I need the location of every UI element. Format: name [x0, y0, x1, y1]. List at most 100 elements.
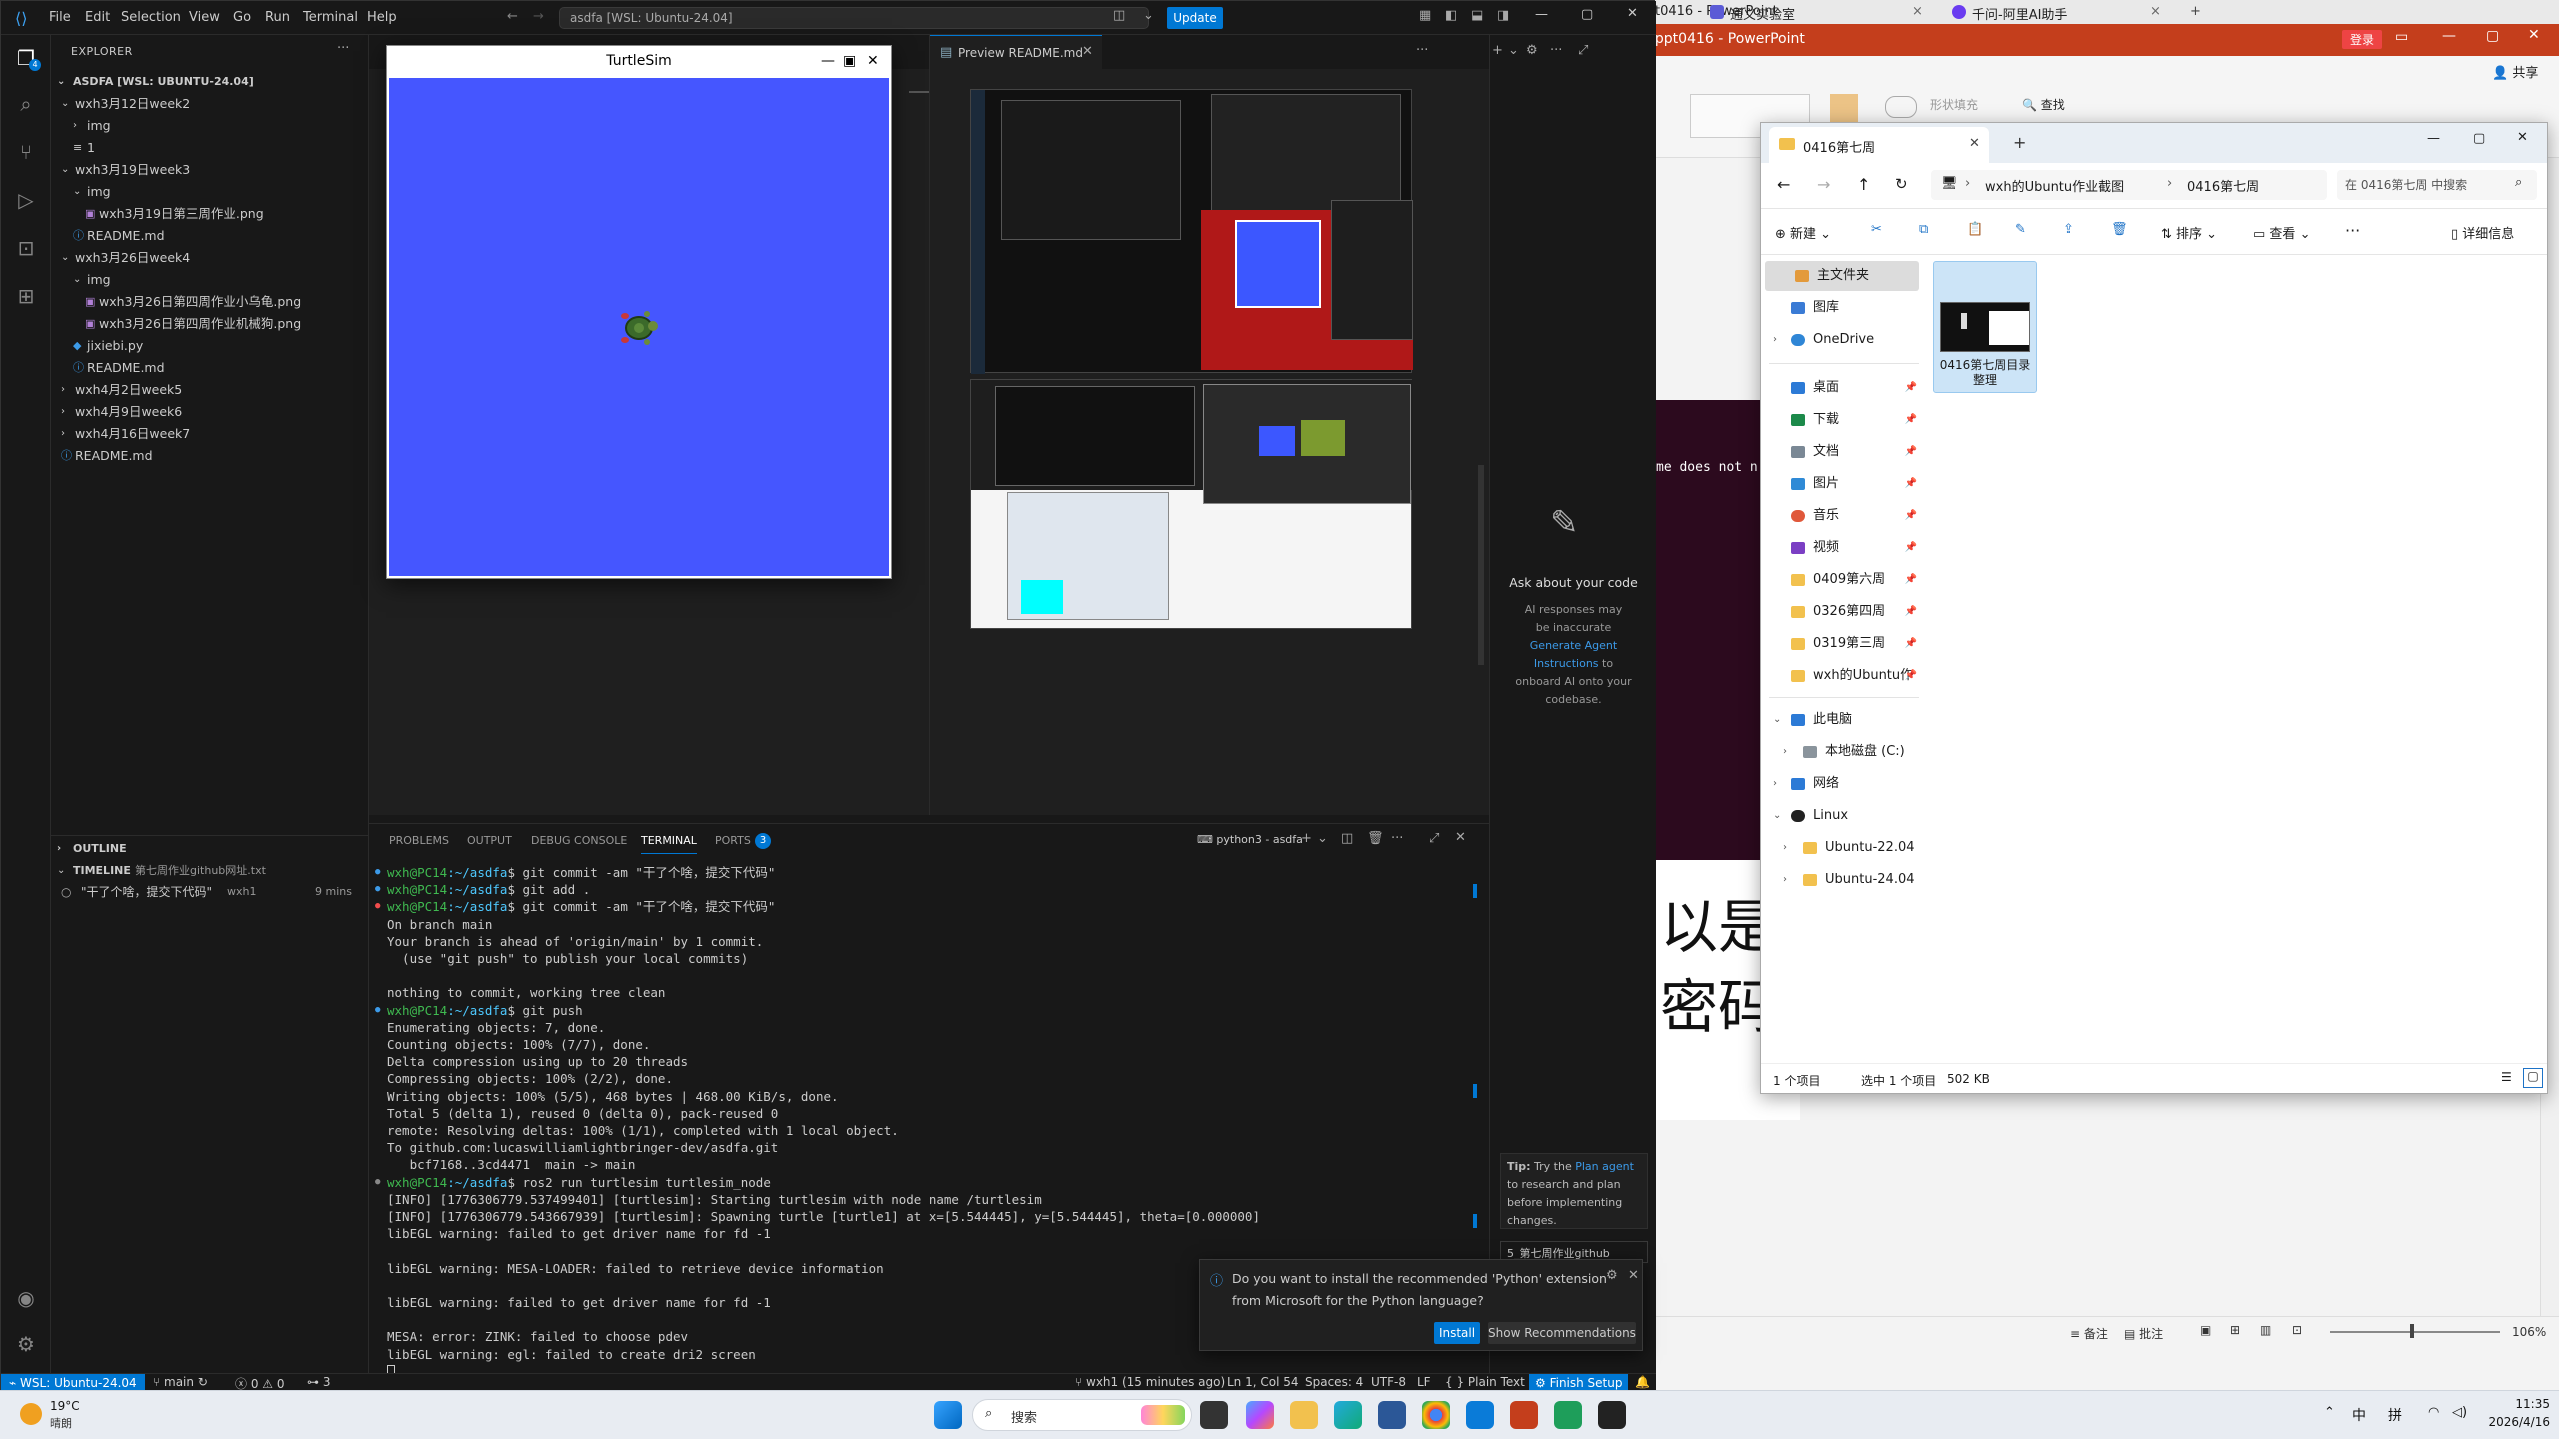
git-blame[interactable]: ⑂ wxh1 (15 minutes ago) [1075, 1375, 1225, 1389]
workspace-header[interactable]: ⌄ ASDFA [WSL: UBUNTU-24.04] [51, 71, 369, 93]
sorter-view-icon[interactable]: ⊞ [2230, 1323, 2240, 1337]
ports-indicator[interactable]: ⊶ 3 [307, 1375, 330, 1389]
nav-item-this-pc[interactable]: ⌄ 此电脑 [1761, 705, 1925, 735]
up-icon[interactable]: ↑ [1857, 175, 1870, 194]
search-input[interactable]: 在 0416第七周 中搜索 [2345, 176, 2505, 193]
forward-icon[interactable]: → [1817, 175, 1830, 194]
nav-item-downloads[interactable]: 下载 📌 [1761, 405, 1925, 435]
ribbon-display-icon[interactable]: ▭ [2395, 29, 2408, 45]
close-icon[interactable]: ✕ [867, 46, 879, 76]
cursor-position[interactable]: Ln 1, Col 54 [1227, 1375, 1299, 1389]
toggle-secondary-sidebar-icon[interactable]: ◨ [1497, 8, 1509, 23]
windows-start-icon[interactable] [934, 1401, 962, 1429]
branch-indicator[interactable]: ⑂ main ↻ [153, 1375, 208, 1389]
settings-gear-icon[interactable]: ⚙ [13, 1331, 39, 1357]
pin-icon[interactable]: 📌 [1905, 373, 1917, 403]
command-center-search[interactable]: asdfa [WSL: Ubuntu-24.04] [559, 7, 1149, 29]
minimize-icon[interactable]: — [2442, 28, 2456, 44]
language-mode[interactable]: { } Plain Text [1445, 1375, 1525, 1389]
nav-item-folder[interactable]: 0326第四周 📌 [1761, 597, 1925, 627]
maximize-icon[interactable]: ▢ [1581, 7, 1593, 22]
copy-icon[interactable]: ⧉ [1919, 222, 1928, 237]
taskbar-search[interactable]: ⌕ 搜索 [972, 1399, 1192, 1431]
tab-tongyi[interactable]: 通义实验室 [1730, 4, 1795, 23]
chevron-right-icon[interactable]: › [1783, 833, 1787, 863]
trash-icon[interactable]: 🗑 [1367, 831, 1384, 846]
tree-item[interactable]: ⌄ wxh3月12日week2 [51, 93, 369, 115]
bell-icon[interactable]: 🔔 [1635, 1375, 1650, 1389]
account-icon[interactable]: ◉ [13, 1285, 39, 1311]
chrome-icon[interactable] [1422, 1401, 1450, 1429]
store-icon[interactable] [1378, 1401, 1406, 1429]
command-decoration-icon[interactable]: ● [375, 864, 380, 881]
menu-view[interactable]: View [189, 10, 220, 25]
slideshow-icon[interactable]: ⊡ [2292, 1323, 2302, 1337]
comments-button[interactable]: ▤ 批注 [2124, 1325, 2163, 1342]
volume-icon[interactable]: ◁) [2452, 1405, 2467, 1420]
nav-item-pictures[interactable]: 图片 📌 [1761, 469, 1925, 499]
details-view-icon[interactable]: ☰ [2501, 1070, 2512, 1084]
toggle-sidebar-icon[interactable]: ◧ [1445, 8, 1457, 23]
back-icon[interactable]: ← [507, 9, 518, 24]
pin-icon[interactable]: 📌 [1905, 533, 1917, 563]
weather-sun-icon[interactable] [20, 1403, 42, 1425]
nav-item-ubuntu-2404[interactable]: › Ubuntu-24.04 [1761, 865, 1925, 895]
tree-item[interactable]: ⓘ README.md [51, 225, 369, 247]
maximize-panel-icon[interactable]: ⤢ [1429, 831, 1439, 846]
tab-qianwen[interactable]: 千问-阿里AI助手 [1972, 4, 2067, 23]
close-icon[interactable]: ✕ [1627, 6, 1638, 21]
more-icon[interactable]: ··· [337, 41, 349, 56]
clock-date[interactable]: 2026/4/16 [2478, 1415, 2550, 1429]
run-debug-icon[interactable]: ▷ [13, 187, 39, 213]
tab-ports[interactable]: PORTS [715, 834, 751, 847]
command-decoration-icon[interactable]: ● [375, 1174, 380, 1191]
minimize-icon[interactable]: — [1535, 7, 1548, 22]
tab-output[interactable]: OUTPUT [467, 834, 512, 847]
nav-item-linux[interactable]: ⌄ Linux [1761, 801, 1925, 831]
tree-item[interactable]: ◆ jixiebi.py [51, 335, 369, 357]
arrange-icon[interactable] [1830, 94, 1858, 122]
close-icon[interactable]: × [2150, 4, 2161, 19]
command-decoration-icon[interactable]: ● [375, 1002, 380, 1019]
reading-view-icon[interactable]: ▥ [2260, 1323, 2271, 1337]
chevron-right-icon[interactable]: › [1783, 737, 1787, 767]
timeline-entry[interactable]: ○ "干了个啥，提交下代码" wxh1 9 mins [51, 881, 369, 903]
chevron-up-icon[interactable]: ⌃ [2324, 1405, 2335, 1420]
nav-item-folder[interactable]: 0409第六周 📌 [1761, 565, 1925, 595]
tree-item[interactable]: ⌄ wxh3月19日week3 [51, 159, 369, 181]
task-view-icon[interactable] [1200, 1401, 1228, 1429]
tree-item[interactable]: ▣ wxh3月26日第四周作业机械狗.png [51, 313, 369, 335]
nav-item-home[interactable]: 主文件夹 [1765, 261, 1919, 291]
pin-icon[interactable]: 📌 [1905, 629, 1917, 659]
details-button[interactable]: ▯ 详细信息 [2451, 223, 2514, 242]
close-icon[interactable]: ✕ [2517, 130, 2528, 145]
cut-icon[interactable]: ✂ [1871, 222, 1882, 237]
nav-item-onedrive[interactable]: › OneDrive [1761, 325, 1925, 355]
more-icon[interactable]: ··· [1391, 831, 1403, 846]
tree-item[interactable]: ⌄ wxh3月26日week4 [51, 247, 369, 269]
icons-view-icon[interactable]: ▢ [2523, 1068, 2543, 1088]
chevron-right-icon[interactable]: › [1773, 769, 1777, 799]
nav-item-folder[interactable]: 0319第三周 📌 [1761, 629, 1925, 659]
tab-preview-readme[interactable]: ▤ Preview README.md ✕ [930, 35, 1102, 69]
nav-item-gallery[interactable]: 图库 [1761, 293, 1925, 323]
minimize-icon[interactable]: — [821, 46, 835, 76]
tab-terminal[interactable]: TERMINAL [641, 834, 697, 854]
eol[interactable]: LF [1417, 1375, 1431, 1389]
menu-run[interactable]: Run [265, 10, 290, 25]
pin-icon[interactable]: 📌 [1905, 597, 1917, 627]
file-item[interactable]: 0416第七周目录整理 [1933, 261, 2037, 393]
copilot-icon[interactable] [1246, 1401, 1274, 1429]
search-icon[interactable]: ⌕ [13, 91, 39, 117]
vscode-icon[interactable] [1466, 1401, 1494, 1429]
more-icon[interactable]: ··· [1550, 43, 1562, 58]
nav-item-desktop[interactable]: 桌面 📌 [1761, 373, 1925, 403]
maximize-icon[interactable]: ⤢ [1578, 43, 1588, 58]
find-button[interactable]: 🔍 查找 [2022, 96, 2065, 113]
chevron-right-icon[interactable]: › [1783, 865, 1787, 895]
menu-file[interactable]: File [49, 10, 71, 25]
terminal-selector[interactable]: ⌨ python3 - asdfa [1197, 833, 1303, 846]
zoom-handle[interactable] [2410, 1324, 2414, 1338]
weather-temp[interactable]: 19°C [50, 1399, 80, 1413]
source-control-icon[interactable]: ⑂ [13, 139, 39, 165]
